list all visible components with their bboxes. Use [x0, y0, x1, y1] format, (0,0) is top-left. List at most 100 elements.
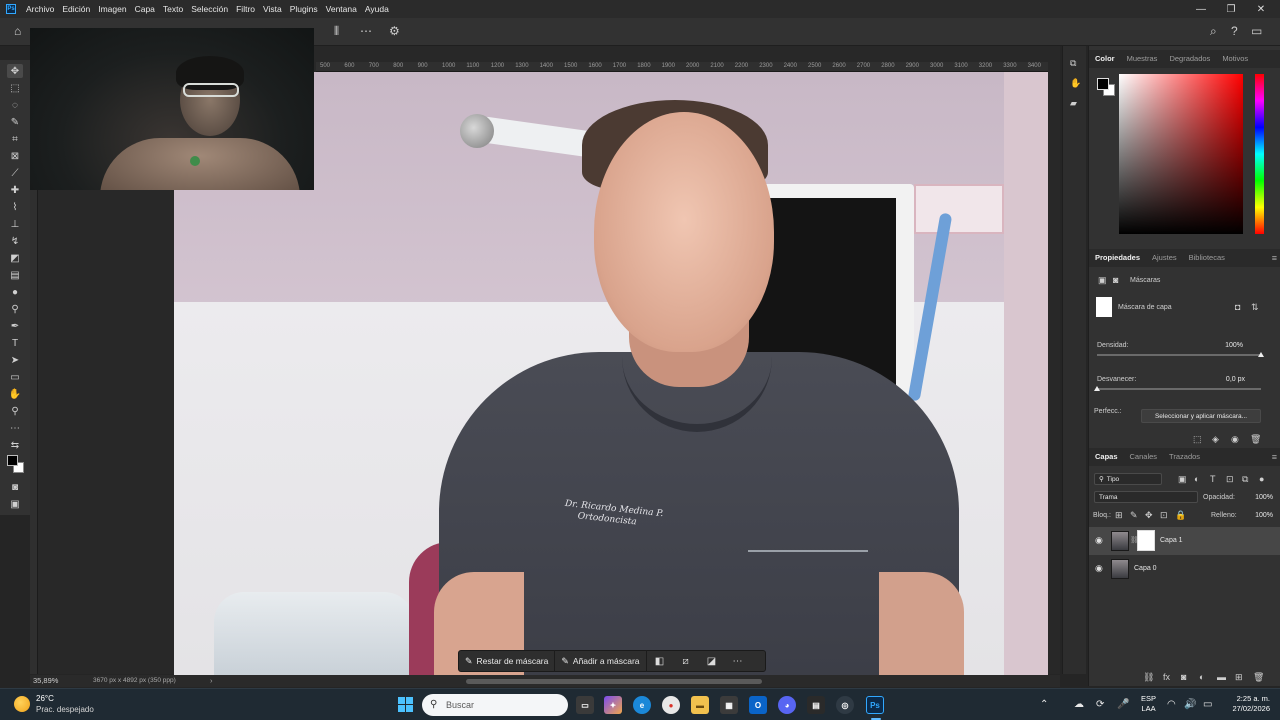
move-tool-icon[interactable]: ✥	[7, 64, 23, 78]
menu-edicion[interactable]: Edición	[58, 0, 94, 18]
mask-option-3-icon[interactable]: ◪	[699, 650, 725, 672]
filter-smart-icon[interactable]: ⧉	[1242, 474, 1248, 485]
edge-icon[interactable]: e	[633, 696, 651, 714]
microphone-icon[interactable]: 🎤	[1117, 699, 1129, 710]
sync-icon[interactable]: ⟳	[1096, 699, 1104, 710]
tab-motivos[interactable]: Motivos	[1216, 50, 1254, 68]
eyedropper-tool-icon[interactable]: ⟋	[7, 166, 23, 180]
healing-brush-tool-icon[interactable]: ✚	[7, 183, 23, 197]
layer-row-capa-0[interactable]: ◉ Capa 0	[1089, 555, 1280, 583]
opacity-value[interactable]: 100%	[1245, 494, 1273, 501]
search-icon[interactable]: ⌕	[1210, 24, 1217, 39]
menu-imagen[interactable]: Imagen	[94, 0, 130, 18]
vector-mask-icon[interactable]: ◙	[1113, 275, 1118, 285]
color-swatches[interactable]	[7, 455, 25, 475]
menu-vista[interactable]: Vista	[259, 0, 286, 18]
minimize-icon[interactable]: —	[1186, 0, 1216, 18]
restore-icon[interactable]: ❐	[1216, 0, 1246, 18]
home-icon[interactable]: ⌂	[14, 24, 21, 38]
menu-filtro[interactable]: Filtro	[232, 0, 259, 18]
battery-icon[interactable]: ▭	[1203, 699, 1212, 710]
blur-tool-icon[interactable]: ●	[7, 285, 23, 299]
pen-tool-icon[interactable]: ✒	[7, 319, 23, 333]
menu-archivo[interactable]: Archivo	[22, 0, 58, 18]
tab-muestras[interactable]: Muestras	[1121, 50, 1164, 68]
layer-filter-dropdown[interactable]: ⚲ Tipo	[1094, 473, 1162, 485]
history-brush-tool-icon[interactable]: ↯	[7, 234, 23, 248]
recording-app-icon[interactable]: ◎	[836, 696, 854, 714]
select-and-mask-button[interactable]: Seleccionar y aplicar máscara...	[1141, 409, 1261, 423]
task-view-icon[interactable]: ▭	[576, 696, 594, 714]
pixel-mask-icon[interactable]: ▣	[1098, 275, 1107, 286]
tray-overflow-icon[interactable]: ⌃	[1040, 699, 1048, 710]
outlook-icon[interactable]: O	[749, 696, 767, 714]
zoom-level[interactable]: 35,89%	[33, 676, 58, 685]
calculator-icon[interactable]: ▤	[807, 696, 825, 714]
windows-start-icon[interactable]	[398, 697, 413, 712]
filter-shape-icon[interactable]: ⊡	[1226, 474, 1234, 485]
menu-texto[interactable]: Texto	[159, 0, 187, 18]
layers-menu-icon[interactable]: ≡	[1272, 452, 1277, 462]
eraser-tool-icon[interactable]: ◩	[7, 251, 23, 265]
align-icon[interactable]: ⫴	[334, 24, 339, 39]
feather-value[interactable]: 0,0 px	[1209, 376, 1245, 383]
quick-selection-tool-icon[interactable]: ✎	[7, 115, 23, 129]
mask-link-icon[interactable]: ⇅	[1251, 302, 1259, 313]
mask-option-1-icon[interactable]: ◧	[647, 650, 673, 672]
close-icon[interactable]: ✕	[1246, 0, 1276, 18]
density-slider[interactable]	[1097, 354, 1261, 356]
rectangle-tool-icon[interactable]: ▭	[7, 370, 23, 384]
clone-stamp-tool-icon[interactable]: ⊥	[7, 217, 23, 231]
brush-panel-icon[interactable]: ✋	[1070, 78, 1082, 90]
file-explorer-icon[interactable]: ▬	[691, 696, 709, 714]
screen-mode-icon[interactable]: ▣	[7, 497, 23, 511]
link-layers-icon[interactable]: ⛓	[1143, 672, 1154, 683]
new-layer-icon[interactable]: ⊞	[1235, 672, 1243, 683]
chrome-icon[interactable]: ●	[662, 696, 680, 714]
filter-pixel-icon[interactable]: ▣	[1178, 474, 1187, 485]
status-menu-icon[interactable]: ›	[210, 676, 213, 685]
settings-gear-icon[interactable]: ⚙	[389, 24, 400, 38]
menu-seleccion[interactable]: Selección	[187, 0, 232, 18]
weather-sun-icon[interactable]	[14, 696, 30, 712]
tab-ajustes[interactable]: Ajustes	[1146, 249, 1183, 267]
zoom-tool-icon[interactable]: ⚲	[7, 404, 23, 418]
visibility-eye-icon[interactable]: ◉	[1095, 535, 1103, 546]
tab-capas[interactable]: Capas	[1089, 448, 1124, 466]
hue-slider[interactable]	[1255, 74, 1264, 234]
taskbar-search[interactable]: ⚲ Buscar	[422, 694, 568, 716]
onedrive-icon[interactable]: ☁	[1074, 699, 1084, 710]
lock-position-icon[interactable]: ✥	[1145, 510, 1153, 521]
tab-canales[interactable]: Canales	[1124, 448, 1164, 466]
feather-slider-knob[interactable]	[1094, 386, 1100, 391]
layer-name[interactable]: Capa 0	[1134, 565, 1157, 572]
new-adjustment-icon[interactable]: ◐	[1199, 672, 1204, 682]
copilot-icon[interactable]: ✦	[604, 696, 622, 714]
blend-mode-dropdown[interactable]: Trama	[1094, 491, 1198, 503]
weather-condition[interactable]: Prac. despejado	[36, 705, 94, 714]
help-icon[interactable]: ?	[1231, 24, 1238, 38]
foreground-color[interactable]	[7, 455, 18, 466]
lasso-tool-icon[interactable]: ◌	[7, 98, 23, 112]
density-slider-knob[interactable]	[1258, 352, 1264, 357]
visibility-eye-icon[interactable]: ◉	[1095, 563, 1103, 574]
mask-select-icon[interactable]: ◘	[1235, 302, 1240, 312]
marquee-tool-icon[interactable]: ⬚	[7, 81, 23, 95]
lock-all-icon[interactable]: 🔒	[1175, 510, 1186, 521]
menu-ayuda[interactable]: Ayuda	[361, 0, 393, 18]
hand-tool-icon[interactable]: ✋	[7, 387, 23, 401]
workspace-icon[interactable]: ▭	[1251, 24, 1262, 38]
tab-degradados[interactable]: Degradados	[1163, 50, 1216, 68]
microsoft-store-icon[interactable]: ▦	[720, 696, 738, 714]
filter-toggle-icon[interactable]: ●	[1259, 474, 1264, 484]
color-picker-field[interactable]	[1119, 74, 1243, 234]
wifi-icon[interactable]: ◠	[1167, 699, 1176, 710]
apply-mask-icon[interactable]: ◈	[1212, 434, 1219, 445]
menu-ventana[interactable]: Ventana	[322, 0, 361, 18]
foreground-swatch[interactable]	[1097, 78, 1109, 90]
tab-bibliotecas[interactable]: Bibliotecas	[1183, 249, 1231, 267]
delete-layer-icon[interactable]: 🗑	[1253, 672, 1264, 683]
swap-colors-icon[interactable]: ⇆	[7, 438, 23, 452]
language-indicator[interactable]: ESP LAA	[1141, 694, 1156, 714]
crop-tool-icon[interactable]: ⌗	[7, 132, 23, 146]
